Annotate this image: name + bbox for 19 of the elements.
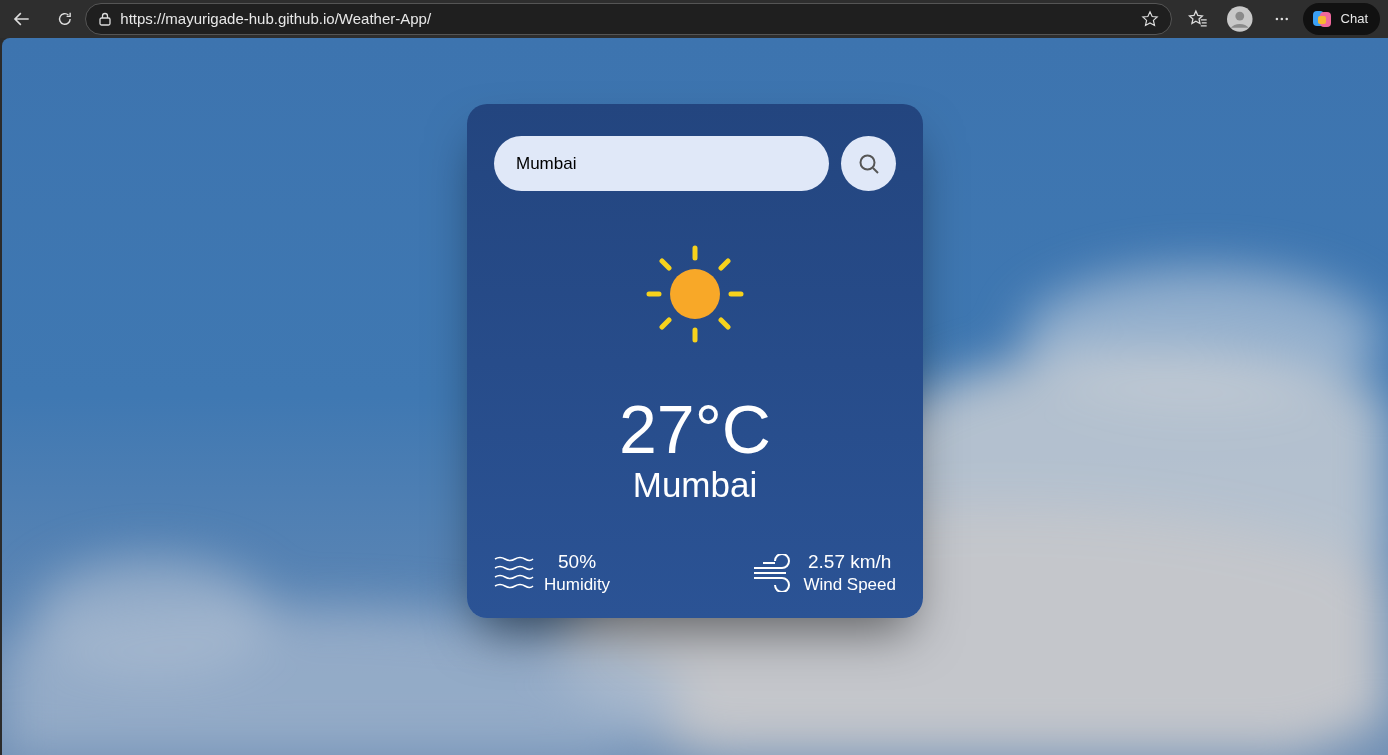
chat-button[interactable]: Chat [1302, 3, 1380, 35]
stat-label: Humidity [544, 573, 611, 595]
copilot-logo-icon [1310, 8, 1333, 30]
city-name: Mumbai [631, 467, 759, 502]
url-text: https://mayurigade-hub.github.io/Weather-App/ [120, 8, 433, 29]
search-icon [857, 152, 880, 175]
favorites-icon[interactable] [1187, 9, 1208, 29]
stat-value: 2.57 km/h [807, 550, 892, 574]
temperature-text: 27°C [618, 395, 772, 463]
search-field[interactable]: Mumbai [494, 136, 830, 191]
address-bar[interactable]: https://mayurigade-hub.github.io/Weather-App/ [85, 3, 1172, 35]
waves-icon [494, 554, 534, 591]
lock-icon [98, 12, 113, 26]
stat-value: 50% [558, 550, 597, 574]
stat-label: Wind Speed [803, 573, 896, 595]
search-button[interactable] [841, 136, 896, 191]
sun-icon [645, 244, 745, 344]
star-icon[interactable] [1140, 10, 1159, 28]
profile-avatar-icon[interactable] [1227, 6, 1253, 32]
